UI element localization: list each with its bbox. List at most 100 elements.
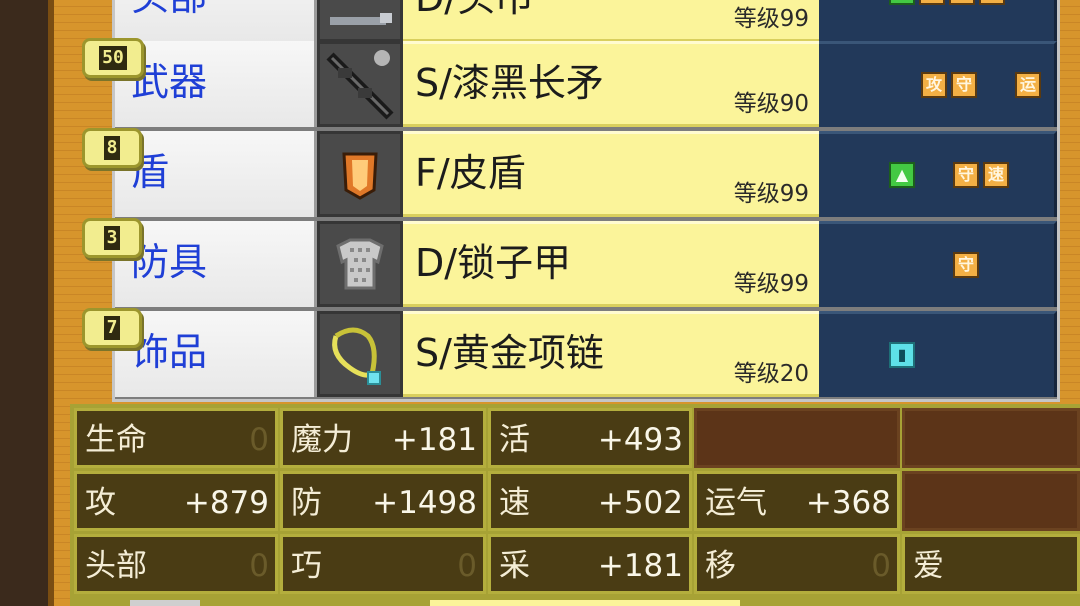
skill-icon: 攻 bbox=[921, 72, 947, 98]
stat-key: 攻 bbox=[85, 485, 116, 521]
stat-key: 防 bbox=[291, 485, 322, 521]
equip-row-weapon[interactable]: 武器 S/漆黑长矛 等级90 攻 守 运 bbox=[115, 41, 1060, 129]
gold-necklace-icon bbox=[332, 327, 381, 385]
item-icon-cell bbox=[317, 311, 403, 397]
stat-gather: 采 +181 bbox=[488, 534, 692, 594]
stat-key: 爱 bbox=[913, 548, 944, 584]
stat-key: 魔力 bbox=[291, 422, 353, 458]
stat-value: +493 bbox=[597, 422, 683, 458]
skill-icon: 攻 bbox=[919, 0, 945, 5]
skill-cell: 攻 守 运 bbox=[819, 41, 1057, 127]
skill-icon: 守 bbox=[953, 252, 979, 278]
stat-key: 头部 bbox=[85, 548, 147, 584]
item-name: F/皮盾 bbox=[415, 151, 526, 195]
left-wood-edge bbox=[0, 0, 52, 606]
skill-cell: 守 bbox=[819, 221, 1057, 307]
stat-key: 巧 bbox=[291, 548, 322, 584]
stat-empty-slot bbox=[694, 408, 900, 468]
item-name: S/漆黑长矛 bbox=[415, 61, 604, 105]
item-level: 等级99 bbox=[733, 271, 809, 297]
slot-label-cell: 盾 bbox=[115, 131, 317, 217]
stat-key: 生命 bbox=[85, 422, 147, 458]
item-name-cell: D/锁子甲 等级99 bbox=[403, 221, 819, 307]
item-icon-cell bbox=[317, 41, 403, 127]
skill-icon: 守 bbox=[951, 72, 977, 98]
stat-value: +368 bbox=[805, 485, 891, 521]
equip-row-accessory[interactable]: 饰品 S/黄金项链 等级20 ▮ bbox=[115, 311, 1060, 399]
skill-cell: ▮ bbox=[819, 311, 1057, 397]
stat-defense: 防 +1498 bbox=[280, 471, 486, 531]
item-name: D/头巾 bbox=[415, 0, 533, 17]
stat-mp: 魔力 +181 bbox=[280, 408, 486, 468]
next-row-peek bbox=[430, 600, 740, 606]
item-name-cell: D/头巾 等级99 bbox=[403, 0, 819, 42]
slot-label-cell: 防具 bbox=[115, 221, 317, 307]
item-name-cell: S/漆黑长矛 等级90 bbox=[403, 41, 819, 127]
next-row-peek bbox=[130, 600, 200, 606]
item-level: 等级99 bbox=[733, 181, 809, 207]
item-icon-cell bbox=[317, 0, 403, 42]
item-level: 等级90 bbox=[733, 91, 809, 117]
skill-icon: ▲ bbox=[889, 162, 915, 188]
slot-label: 防具 bbox=[131, 240, 208, 284]
chainmail-icon bbox=[336, 238, 384, 290]
slot-label-cell: 头部 bbox=[115, 0, 317, 42]
skill-icon: ▮ bbox=[889, 342, 915, 368]
leather-shield-icon bbox=[342, 152, 378, 200]
stat-head: 头部 0 bbox=[74, 534, 278, 594]
skill-icon: 速 bbox=[983, 162, 1009, 188]
stat-luck: 运气 +368 bbox=[694, 471, 900, 531]
badge-number: 8 bbox=[103, 136, 121, 160]
stat-value: 0 bbox=[871, 548, 891, 584]
item-name-cell: S/黄金项链 等级20 bbox=[403, 311, 819, 397]
equip-row-shield[interactable]: 盾 F/皮盾 等级99 ▲ 守 速 bbox=[115, 131, 1060, 219]
stat-key: 活 bbox=[499, 422, 530, 458]
spear-icon bbox=[326, 50, 394, 120]
stat-hp: 生命 0 bbox=[74, 408, 278, 468]
stat-empty-slot bbox=[902, 471, 1080, 531]
stat-love: 爱 bbox=[902, 534, 1080, 594]
slot-label: 饰品 bbox=[131, 330, 208, 374]
skill-icon: 守 bbox=[949, 0, 975, 5]
stat-speed: 速 +502 bbox=[488, 471, 692, 531]
skill-cell: ▲ 守 速 bbox=[819, 131, 1057, 217]
stat-attack: 攻 +879 bbox=[74, 471, 278, 531]
stat-dexterity: 巧 0 bbox=[280, 534, 486, 594]
stat-value: +1498 bbox=[372, 485, 477, 521]
stats-panel: 生命 0 魔力 +181 活 +493 攻 +879 防 +1498 速 +50… bbox=[70, 404, 1080, 606]
stat-value: +879 bbox=[183, 485, 269, 521]
item-level: 等级99 bbox=[733, 6, 809, 32]
stat-key: 移 bbox=[705, 548, 736, 584]
stat-move: 移 0 bbox=[694, 534, 900, 594]
item-icon-cell bbox=[317, 221, 403, 307]
stat-value: 0 bbox=[457, 548, 477, 584]
stat-value: +181 bbox=[597, 548, 683, 584]
stat-value: 0 bbox=[249, 422, 269, 458]
accessory-count-badge: 7 bbox=[82, 308, 142, 348]
headband-icon bbox=[330, 13, 392, 25]
badge-number: 7 bbox=[103, 316, 121, 340]
stat-vitality: 活 +493 bbox=[488, 408, 692, 468]
stat-value: +502 bbox=[597, 485, 683, 521]
item-name: S/黄金项链 bbox=[415, 331, 604, 375]
equipment-screen: 头部 D/头巾 等级99 ▲ 攻 守 防 50 武器 bbox=[0, 0, 1080, 606]
equip-row-armor[interactable]: 防具 D/锁子甲 等级99 守 bbox=[115, 221, 1060, 309]
item-name-cell: F/皮盾 等级99 bbox=[403, 131, 819, 217]
item-icon-cell bbox=[317, 131, 403, 217]
badge-number: 50 bbox=[99, 46, 127, 70]
stat-key: 运气 bbox=[705, 485, 767, 521]
slot-label: 头部 bbox=[131, 0, 207, 16]
item-name: D/锁子甲 bbox=[415, 241, 572, 285]
skill-icon: 防 bbox=[979, 0, 1005, 5]
stat-key: 采 bbox=[499, 548, 530, 584]
skill-icon: ▲ bbox=[889, 0, 915, 5]
item-level: 等级20 bbox=[733, 361, 809, 387]
skill-icon: 运 bbox=[1015, 72, 1041, 98]
stat-value: 0 bbox=[249, 548, 269, 584]
equip-row-head[interactable]: 头部 D/头巾 等级99 ▲ 攻 守 防 bbox=[115, 0, 1060, 44]
skill-icon: 守 bbox=[953, 162, 979, 188]
armor-count-badge: 3 bbox=[82, 218, 142, 258]
slot-label-cell: 饰品 bbox=[115, 311, 317, 397]
shield-count-badge: 8 bbox=[82, 128, 142, 168]
slot-label-cell: 武器 bbox=[115, 41, 317, 127]
